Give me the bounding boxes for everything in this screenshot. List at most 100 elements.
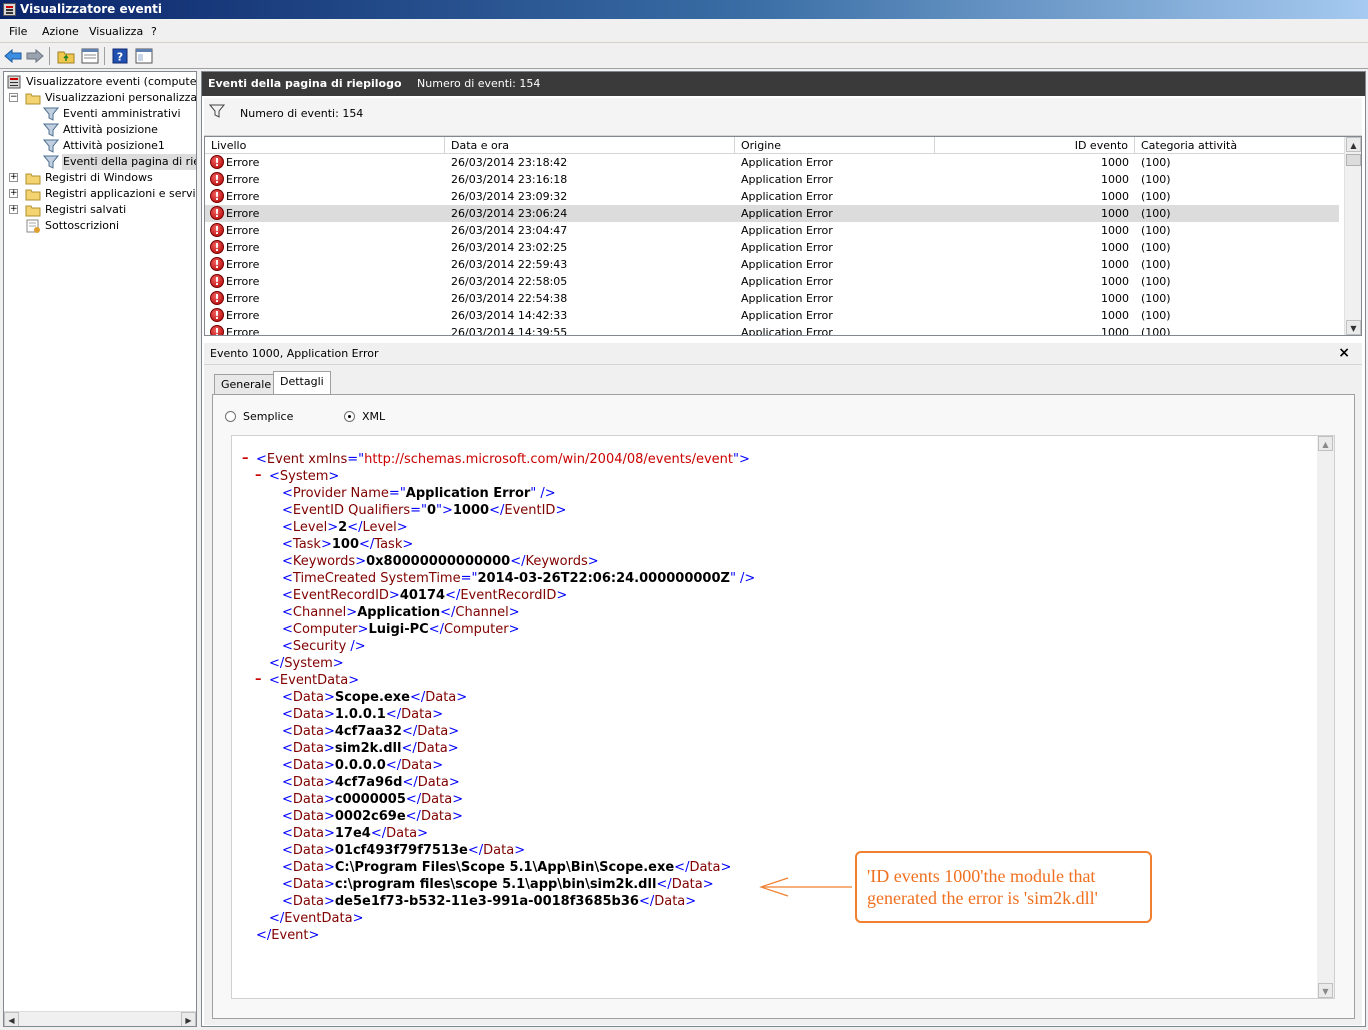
xml-vertical-scrollbar[interactable]: ▲ ▼ [1317, 436, 1334, 998]
event-count: Numero di eventi: 154 [417, 77, 541, 90]
table-row[interactable]: Errore 26/03/2014 22:59:43 Application Err… [205, 256, 1339, 273]
menu-file[interactable]: File [9, 25, 27, 38]
xml-token: < [282, 605, 293, 620]
scroll-left-icon[interactable]: ◀ [4, 1012, 19, 1026]
back-arrow-icon[interactable] [3, 47, 23, 65]
table-row[interactable]: Errore 26/03/2014 23:06:24 Application Err… [205, 205, 1339, 222]
xml-token: Security [292, 639, 347, 654]
xml-token: < [282, 554, 293, 569]
xml-line: <Data>C:\Program Files\Scope 5.1\App\Bin… [282, 859, 731, 876]
tree-item-attivita-posizione1[interactable]: Attività posizione1 [4, 138, 196, 154]
xml-line: <EventRecordID>40174</EventRecordID> [282, 587, 567, 604]
cell-event-id: 1000 [1101, 326, 1129, 335]
xml-token: Data [292, 758, 324, 773]
expand-toggle[interactable]: + [9, 173, 18, 182]
xml-collapse-toggle[interactable]: – [255, 672, 262, 687]
help-icon[interactable]: ? [110, 47, 130, 65]
folder-up-icon[interactable] [56, 47, 76, 65]
cell-date: 26/03/2014 23:06:24 [451, 207, 568, 220]
tree-item-custom-views[interactable]: − Visualizzazioni personalizzate [4, 90, 196, 106]
forward-arrow-icon[interactable] [25, 47, 45, 65]
error-icon [210, 205, 224, 222]
events-grid: Livello Data e ora Origine ID evento Cat… [204, 136, 1362, 336]
tab-dettagli[interactable]: Dettagli [273, 371, 331, 395]
xml-token: > [432, 707, 444, 722]
tree-item-summary-events[interactable]: Eventi della pagina di riepilo [4, 154, 196, 170]
column-header-event-id[interactable]: ID evento [935, 137, 1135, 154]
properties-icon[interactable] [80, 47, 100, 65]
scroll-right-icon[interactable]: ▶ [181, 1012, 196, 1026]
cell-level: Errore [226, 258, 260, 271]
svg-text:?: ? [117, 51, 123, 64]
grid-vertical-scrollbar[interactable]: ▲ ▼ [1344, 137, 1361, 335]
column-header-source[interactable]: Origine [735, 137, 935, 154]
xml-token: > [323, 843, 335, 858]
xml-token: 100 [331, 537, 360, 552]
xml-token: < [282, 571, 293, 586]
table-row[interactable]: Errore 26/03/2014 23:18:42 Application Err… [205, 154, 1339, 171]
folder-icon [25, 171, 41, 185]
filter-icon [42, 123, 60, 137]
xml-token: < [282, 775, 293, 790]
xml-token: </ [656, 877, 672, 892]
tab-generale[interactable]: Generale [214, 374, 279, 395]
xml-token: Channel [292, 605, 347, 620]
tree-item-saved-logs[interactable]: + Registri salvati [4, 202, 196, 218]
radio-button[interactable] [225, 411, 236, 422]
column-header-category[interactable]: Categoria attività [1135, 137, 1345, 154]
cell-event-id: 1000 [1101, 224, 1129, 237]
xml-token: < [282, 503, 293, 518]
expand-toggle[interactable]: + [9, 189, 18, 198]
xml-token: Data [386, 826, 418, 841]
xml-line: <Data>0002c69e</Data> [282, 808, 463, 825]
xml-collapse-toggle[interactable]: – [242, 451, 249, 466]
scroll-up-icon[interactable]: ▲ [1346, 137, 1361, 152]
tree-item-label: Registri salvati [45, 203, 127, 216]
table-row[interactable]: Errore 26/03/2014 14:42:33 Application Err… [205, 307, 1339, 324]
scroll-thumb[interactable] [1346, 154, 1361, 166]
menu-visualizza[interactable]: Visualizza [89, 25, 143, 38]
xml-token: "> [436, 503, 453, 518]
xml-line: <Data>4cf7aa32</Data> [282, 723, 459, 740]
tree-item-root[interactable]: Visualizzatore eventi (computer loca [4, 74, 196, 90]
expand-toggle[interactable]: + [9, 205, 18, 214]
tree-item-label: Registri applicazioni e servizi [45, 187, 197, 200]
xml-token: > [432, 758, 444, 773]
xml-line: <EventData> [269, 672, 359, 689]
tree-horizontal-scrollbar[interactable]: ◀ ▶ [4, 1011, 196, 1026]
scroll-down-icon[interactable]: ▼ [1346, 320, 1361, 335]
scroll-down-icon[interactable]: ▼ [1318, 983, 1333, 998]
table-row[interactable]: Errore 26/03/2014 23:09:32 Application Err… [205, 188, 1339, 205]
xml-line: <Data>c0000005</Data> [282, 791, 463, 808]
cell-event-id: 1000 [1101, 207, 1129, 220]
table-row[interactable]: Errore 26/03/2014 23:04:47 Application Err… [205, 222, 1339, 239]
xml-line: <Security /> [282, 638, 366, 655]
tree-item-attivita-posizione[interactable]: Attività posizione [4, 122, 196, 138]
xml-collapse-toggle[interactable]: – [255, 468, 262, 483]
grid-body: Errore 26/03/2014 23:18:42 Application Err… [205, 154, 1345, 335]
tree-item-subscriptions[interactable]: Sottoscrizioni [4, 218, 196, 234]
tree-item-label: Eventi della pagina di riepilo [62, 154, 196, 170]
error-icon [210, 273, 224, 290]
column-header-level[interactable]: Livello [205, 137, 445, 154]
xml-token: </ [467, 843, 484, 858]
column-header-date[interactable]: Data e ora [445, 137, 735, 154]
table-row[interactable]: Errore 26/03/2014 14:39:55 Application Err… [205, 324, 1339, 335]
panel-icon[interactable] [134, 47, 154, 65]
toolbar-separator [104, 47, 105, 65]
table-row[interactable]: Errore 26/03/2014 23:02:25 Application Err… [205, 239, 1339, 256]
tree-item-windows-logs[interactable]: + Registri di Windows [4, 170, 196, 186]
xml-token: Luigi-PC [368, 622, 429, 637]
collapse-toggle[interactable]: − [9, 93, 18, 102]
tree-item-admin-events[interactable]: Eventi amministrativi [4, 106, 196, 122]
filter-bar: Numero di eventi: 154 [204, 98, 1362, 136]
menu-azione[interactable]: Azione [42, 25, 79, 38]
scroll-up-icon[interactable]: ▲ [1318, 436, 1333, 451]
table-row[interactable]: Errore 26/03/2014 23:16:18 Application Err… [205, 171, 1339, 188]
menu-help[interactable]: ? [151, 25, 157, 38]
table-row[interactable]: Errore 26/03/2014 22:54:38 Application Err… [205, 290, 1339, 307]
close-icon[interactable]: × [1338, 345, 1350, 361]
table-row[interactable]: Errore 26/03/2014 22:58:05 Application Err… [205, 273, 1339, 290]
tree-item-app-service-logs[interactable]: + Registri applicazioni e servizi [4, 186, 196, 202]
radio-button[interactable] [344, 411, 355, 422]
